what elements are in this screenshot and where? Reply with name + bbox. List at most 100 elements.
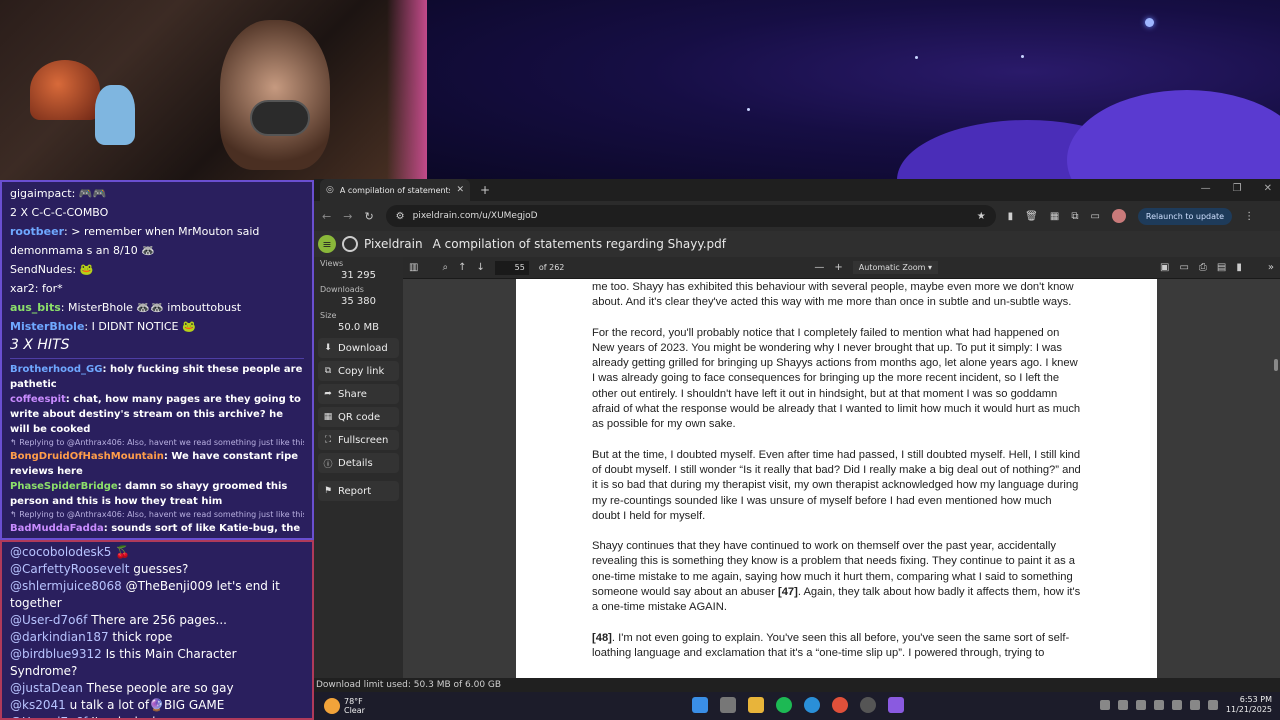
info-icon: ⓘ [323, 459, 333, 470]
save-icon[interactable]: ▤ [1217, 262, 1226, 273]
chat-username[interactable]: gigaimpact [10, 187, 72, 200]
divider [10, 358, 304, 359]
qr-code-button[interactable]: ▦ QR code [318, 407, 399, 427]
chat-message: rootbeer: > remember when MrMouton said … [10, 222, 304, 260]
tray-icon[interactable] [1171, 700, 1182, 710]
spotify-icon[interactable] [776, 697, 792, 713]
tray-icon[interactable] [1153, 700, 1164, 710]
print-icon[interactable]: ⎙ [1199, 262, 1207, 273]
maximize-icon[interactable]: ❐ [1233, 183, 1242, 194]
zoom-select[interactable]: Automatic Zoom ▾ [852, 261, 938, 274]
chat-message: @ks2041 u talk a lot of🔮BIG GAME [10, 697, 304, 714]
share-label: Share [338, 388, 367, 400]
download-button[interactable]: ⬇ Download [318, 338, 399, 358]
chat-username[interactable]: @ks2041 [10, 698, 66, 712]
start-icon[interactable] [692, 697, 708, 713]
chat-username[interactable]: @darkindian187 [10, 630, 109, 644]
chat-message: Brotherhood_GG: holy fucking shit these … [10, 362, 304, 392]
weather-widget[interactable]: 78°F Clear [324, 697, 365, 715]
file-sidebar: Views 31 295 Downloads 35 380 Size 50.0 … [314, 257, 403, 678]
views-value: 31 295 [341, 270, 376, 281]
previous-page-icon[interactable]: ↑ [458, 262, 466, 273]
extension-icon[interactable]: ▦ [1050, 211, 1059, 222]
extensions-puzzle-icon[interactable]: ⧉ [1071, 211, 1078, 222]
open-file-icon[interactable]: ▭ [1179, 262, 1188, 273]
volume-icon[interactable] [1207, 700, 1218, 710]
edge-icon[interactable] [804, 697, 820, 713]
close-tab-icon[interactable]: ✕ [456, 185, 464, 195]
bookmark-icon[interactable]: ▮ [1236, 262, 1242, 273]
trash-icon[interactable]: 🗑 [1025, 211, 1038, 222]
scrollbar-thumb[interactable] [1274, 359, 1278, 371]
report-button[interactable]: ⚑ Report [318, 481, 399, 501]
pdf-page: me too. Shayy has exhibited this behavio… [516, 279, 1157, 678]
pdf-toolbar-right: ▣ ▭ ⎙ ▤ ▮ » [1160, 262, 1274, 273]
chat-text: 3 X HITS [10, 337, 70, 353]
chat-username[interactable]: BadMuddaFadda [10, 523, 104, 534]
file-explorer-icon[interactable] [748, 697, 764, 713]
chat-username[interactable]: @justaDean [10, 681, 83, 695]
chat-username[interactable]: aus_bits [10, 301, 61, 314]
chat-username[interactable]: @User-d7o6f [10, 613, 87, 627]
zoom-in-icon[interactable]: + [834, 262, 842, 273]
tray-icon[interactable] [1135, 700, 1146, 710]
presentation-icon[interactable]: ▣ [1160, 262, 1169, 273]
chat-username[interactable]: coffeespit [10, 394, 66, 405]
chat-username[interactable]: @shlermjuice8068 [10, 579, 122, 593]
chat-username[interactable]: @User-d7o6f [10, 715, 87, 718]
brand-name[interactable]: Pixeldrain [364, 237, 423, 251]
task-view-icon[interactable] [720, 697, 736, 713]
chat-text: : I DIDNT NOTICE 🐸 [84, 320, 196, 333]
sidebar-icon[interactable]: ▭ [1090, 211, 1099, 222]
details-button[interactable]: ⓘ Details [318, 453, 399, 473]
chat-username[interactable]: BongDruidOfHashMountain [10, 451, 164, 462]
steam-icon[interactable] [860, 697, 876, 713]
search-icon[interactable]: ⌕ [442, 262, 448, 273]
relaunch-button[interactable]: Relaunch to update [1137, 207, 1233, 225]
chat-username[interactable]: PhaseSpiderBridge [10, 481, 118, 492]
url-bar[interactable]: ⚙ pixeldrain.com/u/XUMegjoD ★ [385, 205, 996, 227]
chrome-icon[interactable] [832, 697, 848, 713]
fullscreen-button[interactable]: ⛶ Fullscreen [318, 430, 399, 450]
pixeldrain-header: ≡ Pixeldrain A compilation of statements… [314, 231, 1280, 257]
chat-username[interactable]: @cocobolodesk5 [10, 545, 111, 559]
page-number-input[interactable]: 55 [494, 260, 529, 275]
copy-link-button[interactable]: ⧉ Copy link [318, 361, 399, 381]
reload-icon[interactable]: ↻ [364, 210, 373, 223]
profile-avatar[interactable] [1111, 209, 1126, 223]
chat-username[interactable]: @CarfettyRoosevelt [10, 562, 129, 576]
next-page-icon[interactable]: ↓ [476, 262, 484, 273]
new-tab-icon[interactable]: + [480, 183, 490, 197]
chat-username[interactable]: Brotherhood_GG [10, 364, 102, 375]
chat-username[interactable]: @birdblue9312 [10, 647, 102, 661]
site-info-icon[interactable]: ⚙ [396, 211, 405, 222]
paragraph: [48]. I'm not even going to explain. You… [592, 631, 1081, 662]
tools-chevron-icon[interactable]: » [1268, 262, 1274, 273]
chat-username[interactable]: MisterBhole [10, 320, 84, 333]
browser-tab[interactable]: ◎ A compilation of statements re ✕ [320, 179, 470, 201]
minimize-icon[interactable]: — [1201, 183, 1211, 194]
pdf-viewer[interactable]: me too. Shayy has exhibited this behavio… [403, 279, 1280, 678]
hamburger-menu-icon[interactable]: ≡ [318, 235, 336, 253]
microphone-image [250, 100, 310, 136]
chat-username[interactable]: SendNudes [10, 263, 72, 276]
tray-icon[interactable] [1117, 700, 1128, 710]
wifi-icon[interactable] [1189, 700, 1200, 710]
url-text: pixeldrain.com/u/XUMegjoD [412, 211, 538, 221]
bookmark-star-icon[interactable]: ★ [977, 211, 986, 222]
back-icon[interactable]: ← [322, 210, 331, 223]
chat-text: : 🎮🎮 [71, 187, 107, 200]
forward-icon[interactable]: → [343, 210, 352, 223]
clock[interactable]: 6:53 PM 11/21/2025 [1226, 695, 1272, 715]
chat-username[interactable]: rootbeer [10, 225, 64, 238]
download-label: Download [338, 342, 388, 354]
zoom-out-icon[interactable]: — [814, 262, 824, 273]
app-icon[interactable] [888, 697, 904, 713]
share-button[interactable]: ➦ Share [318, 384, 399, 404]
tray-icon[interactable] [1099, 700, 1110, 710]
menu-kebab-icon[interactable]: ⋮ [1244, 211, 1254, 222]
sidebar-toggle-icon[interactable]: ▥ [409, 262, 418, 273]
chat-username[interactable]: xar2 [10, 282, 35, 295]
extension-icon[interactable]: ▮ [1008, 211, 1014, 222]
close-window-icon[interactable]: ✕ [1264, 183, 1272, 194]
